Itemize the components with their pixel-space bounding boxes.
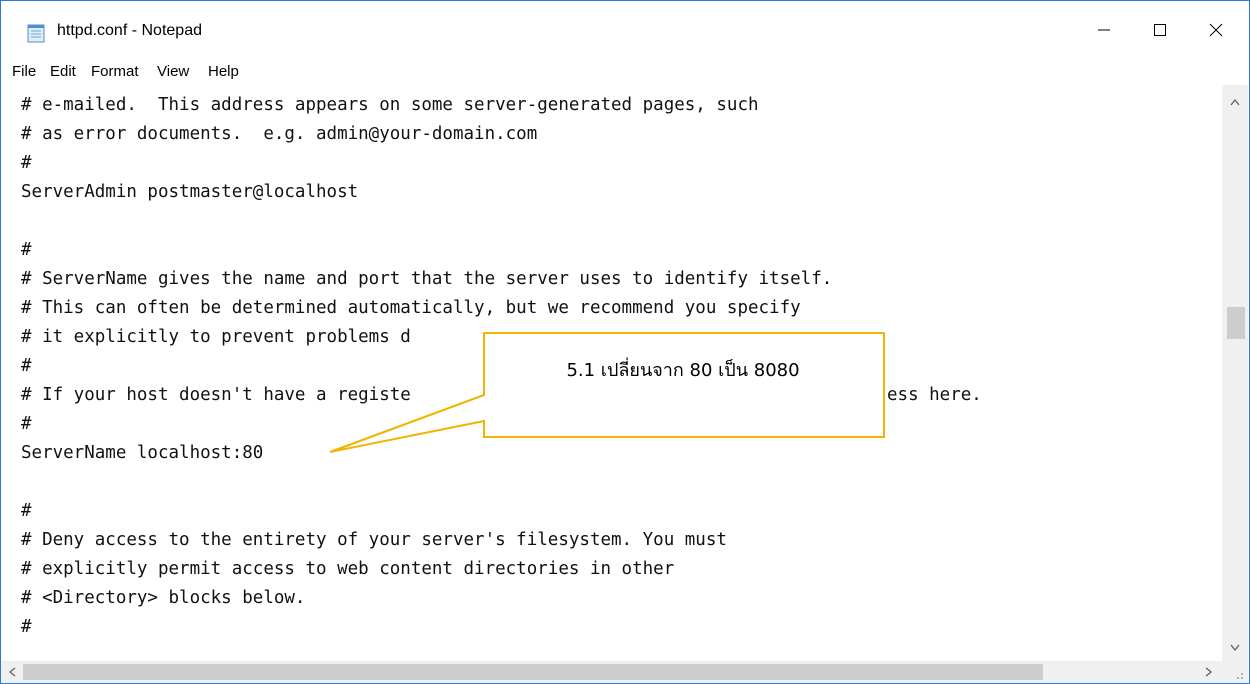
callout-shape: [329, 332, 885, 453]
callout-text: 5.1 เปลี่ยนจาก 80 เป็น 8080: [566, 360, 800, 381]
